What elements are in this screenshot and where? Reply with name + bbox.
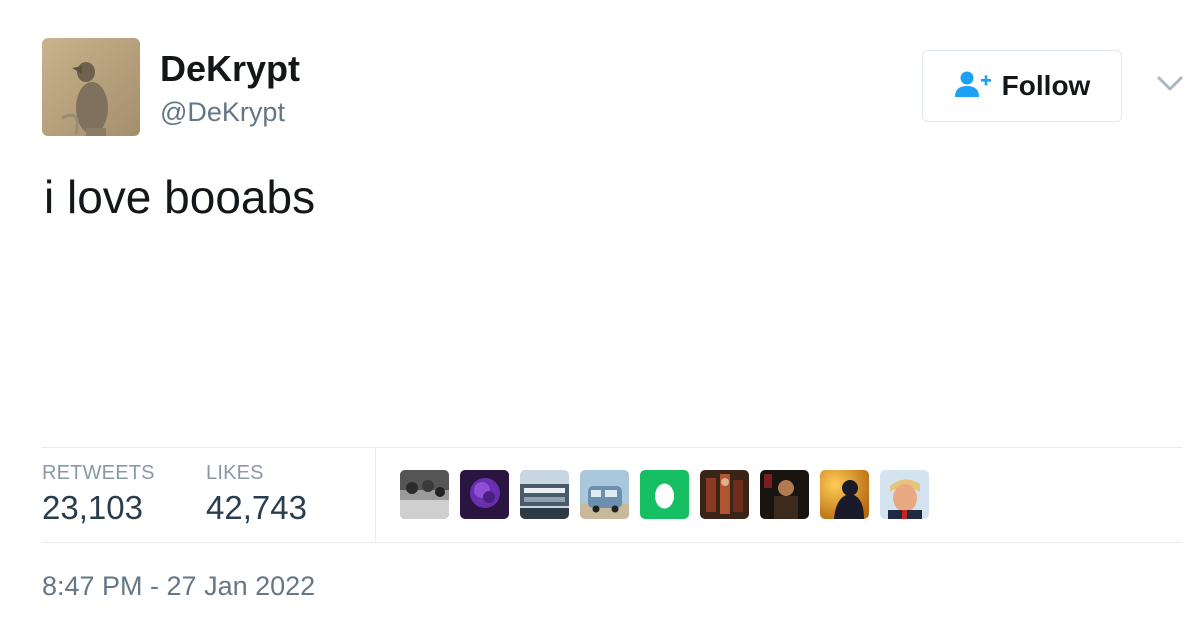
liker-avatars	[400, 470, 929, 519]
liker-avatar[interactable]	[580, 470, 629, 519]
likes-label: LIKES	[206, 462, 264, 484]
add-user-icon	[954, 70, 992, 103]
tweet-timestamp[interactable]: 8:47 PM - 27 Jan 2022	[42, 570, 315, 602]
liker-avatar[interactable]	[460, 470, 509, 519]
likes-stat[interactable]: LIKES 42,743	[206, 460, 307, 528]
liker-avatar[interactable]	[820, 470, 869, 519]
liker-avatar[interactable]	[520, 470, 569, 519]
author-handle[interactable]: @DeKrypt	[160, 96, 285, 128]
stats-bottom-divider	[42, 542, 1182, 543]
stats-separator	[375, 448, 376, 542]
liker-avatar[interactable]	[400, 470, 449, 519]
chevron-down-icon[interactable]	[1156, 74, 1184, 94]
liker-avatar[interactable]	[700, 470, 749, 519]
stats-top-divider	[42, 447, 1182, 448]
author-display-name[interactable]: DeKrypt	[160, 48, 300, 90]
likes-count: 42,743	[206, 489, 307, 526]
retweets-stat[interactable]: RETWEETS 23,103	[42, 460, 155, 528]
retweets-label: RETWEETS	[42, 462, 155, 484]
retweets-count: 23,103	[42, 489, 143, 526]
follow-button-label: Follow	[1001, 70, 1091, 101]
liker-avatar[interactable]	[880, 470, 929, 519]
tweet-card: DeKrypt @DeKrypt Follow i love booabs RE…	[0, 0, 1200, 628]
tweet-text: i love booabs	[44, 171, 316, 223]
liker-avatar[interactable]	[640, 470, 689, 519]
follow-button[interactable]: Follow	[922, 50, 1122, 122]
liker-avatar[interactable]	[760, 470, 809, 519]
author-avatar[interactable]	[42, 38, 140, 136]
